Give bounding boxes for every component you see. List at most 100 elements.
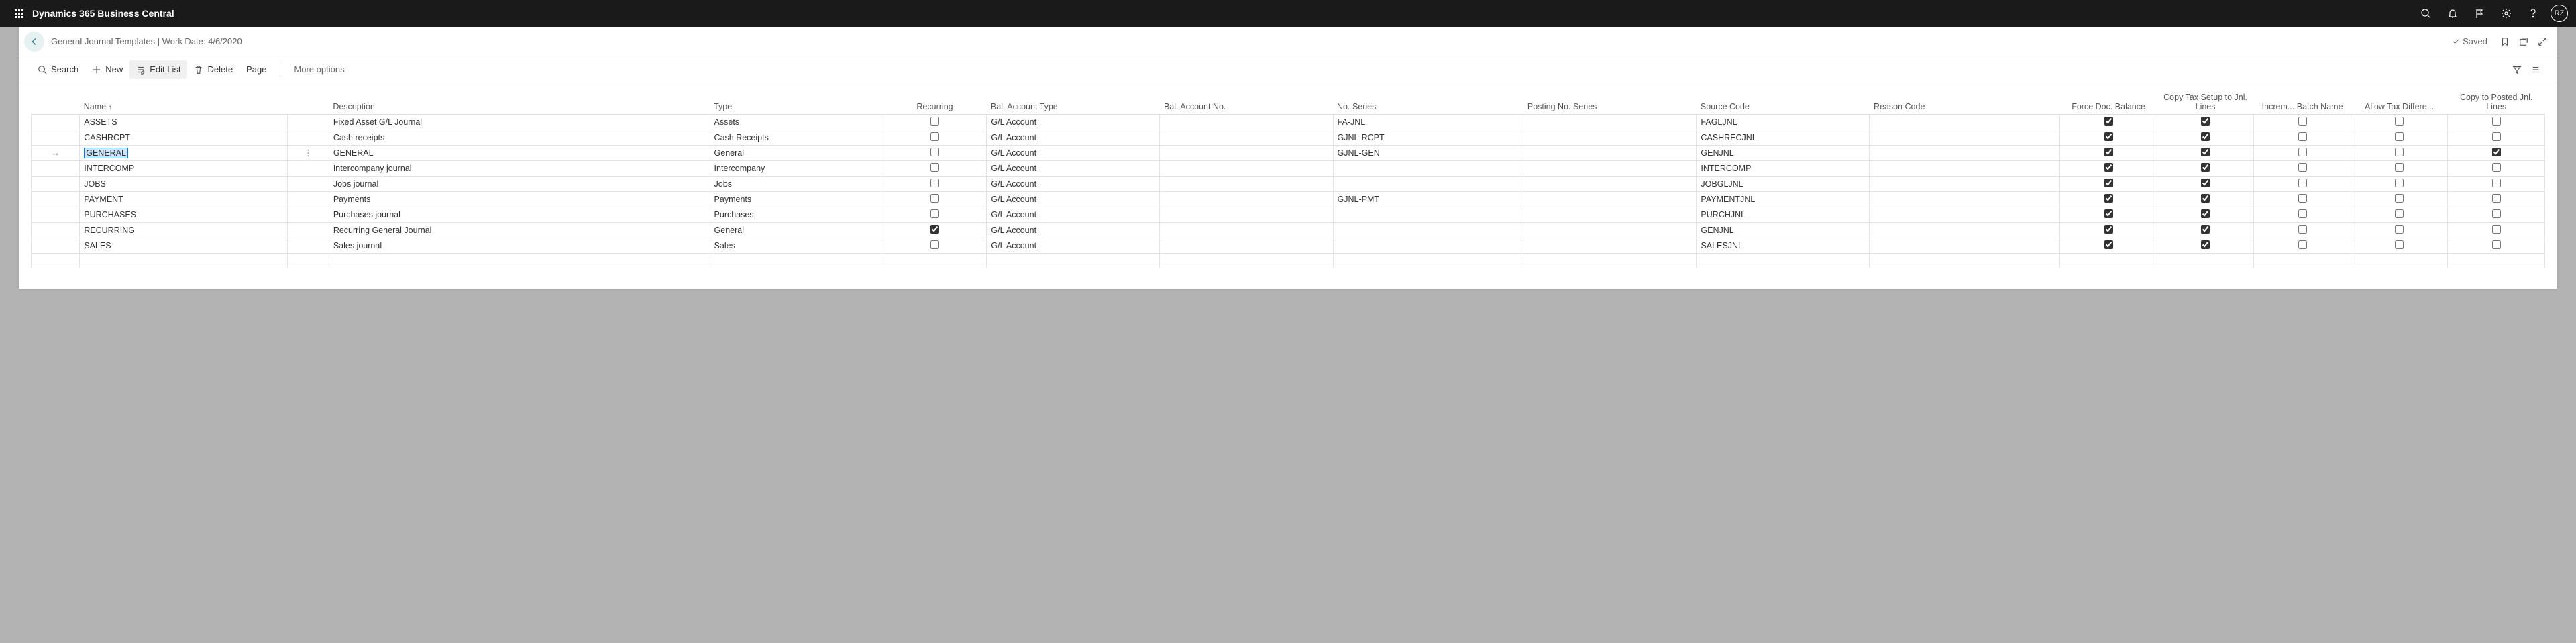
table-row-empty[interactable] [32, 253, 2545, 268]
cell-force-doc-balance[interactable] [2060, 114, 2157, 130]
search-icon[interactable] [2412, 0, 2439, 27]
cell-name[interactable]: CASHRCPT [84, 133, 130, 142]
cell-bal-account-no[interactable] [1160, 238, 1333, 253]
checkbox[interactable] [930, 117, 939, 126]
collapse-icon[interactable] [2533, 32, 2552, 51]
checkbox[interactable] [2298, 179, 2307, 187]
checkbox[interactable] [930, 194, 939, 203]
cell-increm-batch[interactable] [2254, 222, 2351, 238]
checkbox[interactable] [2492, 240, 2501, 249]
col-recurring[interactable]: Recurring [883, 89, 987, 114]
cell-bal-account-type[interactable]: G/L Account [987, 114, 1160, 130]
cell-copy-posted[interactable] [2448, 191, 2545, 207]
cell-force-doc-balance[interactable] [2060, 130, 2157, 145]
checkbox[interactable] [2201, 148, 2210, 156]
checkbox[interactable] [2492, 179, 2501, 187]
cell-bal-account-no[interactable] [1160, 222, 1333, 238]
action-more-options[interactable]: More options [287, 60, 351, 79]
cell-allow-tax[interactable] [2351, 145, 2448, 160]
cell-name[interactable]: PURCHASES [84, 210, 136, 219]
cell-copy-tax[interactable] [2157, 176, 2254, 191]
action-page[interactable]: Page [239, 60, 273, 79]
table-row[interactable]: PAYMENTPaymentsPaymentsG/L AccountGJNL-P… [32, 191, 2545, 207]
col-reason-code[interactable]: Reason Code [1870, 89, 2060, 114]
cell-force-doc-balance[interactable] [2060, 176, 2157, 191]
cell-source-code[interactable]: GENJNL [1697, 222, 1870, 238]
cell-reason-code[interactable] [1870, 114, 2060, 130]
checkbox[interactable] [2492, 132, 2501, 141]
checkbox[interactable] [2201, 179, 2210, 187]
cell-copy-posted[interactable] [2448, 114, 2545, 130]
checkbox[interactable] [2298, 240, 2307, 249]
checkbox[interactable] [2104, 225, 2113, 234]
cell-name-wrap[interactable]: GENERAL [80, 145, 288, 160]
checkbox[interactable] [2201, 117, 2210, 126]
cell-copy-posted[interactable] [2448, 160, 2545, 176]
cell-reason-code[interactable] [1870, 130, 2060, 145]
action-new[interactable]: New [85, 60, 129, 79]
cell-description[interactable]: Intercompany journal [329, 160, 710, 176]
cell-increm-batch[interactable] [2254, 238, 2351, 253]
cell-posting-no-series[interactable] [1523, 114, 1697, 130]
cell-recurring[interactable] [883, 222, 987, 238]
cell-name[interactable]: RECURRING [84, 226, 135, 235]
checkbox[interactable] [2395, 148, 2404, 156]
cell-no-series[interactable]: FA-JNL [1333, 114, 1523, 130]
cell-description[interactable]: Payments [329, 191, 710, 207]
cell-type[interactable]: Payments [710, 191, 883, 207]
col-copy-tax-setup[interactable]: Copy Tax Setup to Jnl. Lines [2157, 89, 2254, 114]
cell-allow-tax[interactable] [2351, 130, 2448, 145]
cell-copy-posted[interactable] [2448, 238, 2545, 253]
cell-force-doc-balance[interactable] [2060, 222, 2157, 238]
checkbox[interactable] [2201, 194, 2210, 203]
cell-source-code[interactable]: CASHRECJNL [1697, 130, 1870, 145]
checkbox[interactable] [930, 163, 939, 172]
cell-reason-code[interactable] [1870, 145, 2060, 160]
cell-reason-code[interactable] [1870, 191, 2060, 207]
help-icon[interactable] [2520, 0, 2546, 27]
action-edit-list[interactable]: Edit List [129, 60, 187, 79]
col-copy-to-posted[interactable]: Copy to Posted Jnl. Lines [2448, 89, 2545, 114]
popout-icon[interactable] [2514, 32, 2533, 51]
cell-copy-tax[interactable] [2157, 160, 2254, 176]
cell-name-wrap[interactable]: SALES [80, 238, 288, 253]
cell-source-code[interactable]: GENJNL [1697, 145, 1870, 160]
checkbox[interactable] [2104, 194, 2113, 203]
checkbox[interactable] [2104, 148, 2113, 156]
cell-bal-account-no[interactable] [1160, 160, 1333, 176]
cell-type[interactable]: Assets [710, 114, 883, 130]
cell-type[interactable]: Intercompany [710, 160, 883, 176]
table-row[interactable]: RECURRINGRecurring General JournalGenera… [32, 222, 2545, 238]
cell-copy-tax[interactable] [2157, 207, 2254, 222]
col-description[interactable]: Description [329, 89, 710, 114]
cell-allow-tax[interactable] [2351, 114, 2448, 130]
checkbox[interactable] [2395, 225, 2404, 234]
cell-type[interactable]: Sales [710, 238, 883, 253]
cell-no-series[interactable] [1333, 222, 1523, 238]
cell-source-code[interactable]: INTERCOMP [1697, 160, 1870, 176]
row-menu-icon[interactable]: ⋮ [287, 145, 329, 160]
checkbox[interactable] [2298, 148, 2307, 156]
col-increm-batch-name[interactable]: Increm... Batch Name [2254, 89, 2351, 114]
checkbox[interactable] [2492, 209, 2501, 218]
cell-description[interactable]: GENERAL [329, 145, 710, 160]
cell-no-series[interactable]: GJNL-PMT [1333, 191, 1523, 207]
cell-force-doc-balance[interactable] [2060, 207, 2157, 222]
checkbox[interactable] [2395, 117, 2404, 126]
cell-type[interactable]: Cash Receipts [710, 130, 883, 145]
table-row[interactable]: SALESSales journalSalesG/L AccountSALESJ… [32, 238, 2545, 253]
cell-no-series[interactable] [1333, 207, 1523, 222]
cell-copy-posted[interactable] [2448, 145, 2545, 160]
checkbox[interactable] [2395, 240, 2404, 249]
settings-icon[interactable] [2493, 0, 2520, 27]
cell-copy-posted[interactable] [2448, 130, 2545, 145]
cell-increm-batch[interactable] [2254, 130, 2351, 145]
cell-allow-tax[interactable] [2351, 222, 2448, 238]
checkbox[interactable] [2298, 132, 2307, 141]
cell-recurring[interactable] [883, 238, 987, 253]
checkbox[interactable] [2492, 163, 2501, 172]
cell-force-doc-balance[interactable] [2060, 191, 2157, 207]
cell-posting-no-series[interactable] [1523, 160, 1697, 176]
cell-description[interactable]: Sales journal [329, 238, 710, 253]
cell-increm-batch[interactable] [2254, 145, 2351, 160]
